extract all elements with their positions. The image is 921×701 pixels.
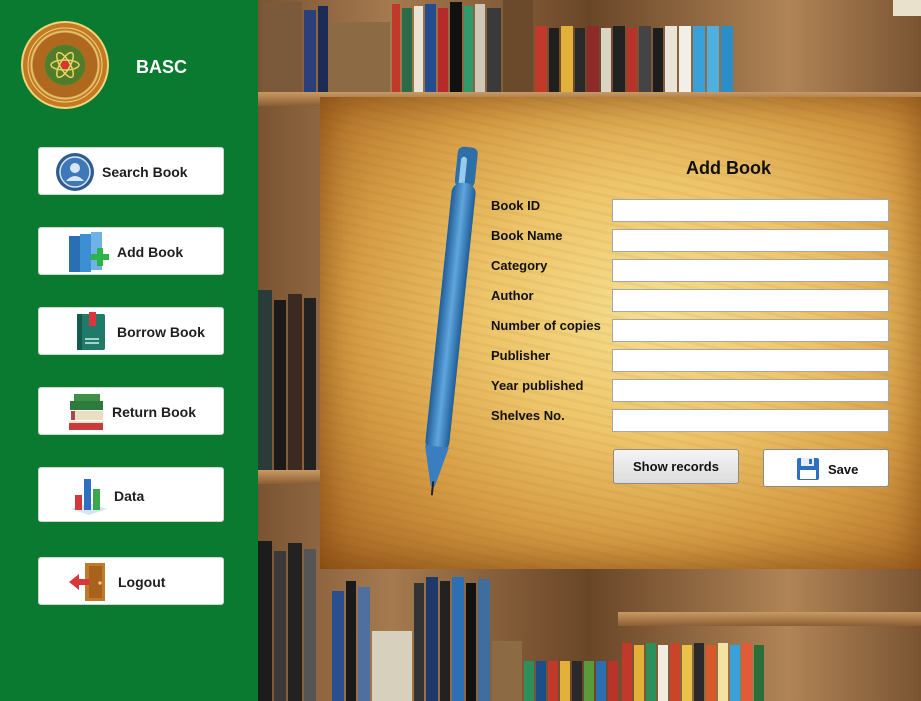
number-of-copies-input[interactable]	[612, 319, 889, 342]
category-input[interactable]	[612, 259, 889, 282]
exit-door-icon	[67, 561, 115, 606]
bar-chart-icon	[67, 473, 111, 520]
publisher-input[interactable]	[612, 349, 889, 372]
corner-sticker	[893, 0, 921, 16]
book-bookmark-icon	[75, 312, 107, 355]
book-id-input[interactable]	[612, 199, 889, 222]
save-label: Save	[828, 462, 859, 477]
author-label: Author	[491, 288, 534, 303]
return-book-button[interactable]: Return Book	[38, 387, 224, 435]
logout-button[interactable]: Logout	[38, 557, 224, 605]
category-label: Category	[491, 258, 548, 273]
shelves-no-input[interactable]	[612, 409, 889, 432]
shelves-no-label: Shelves No.	[491, 408, 565, 423]
book-id-label: Book ID	[491, 198, 541, 213]
book-name-label: Book Name	[491, 228, 563, 243]
add-book-label: Add Book	[117, 244, 184, 260]
book-row	[618, 640, 921, 701]
author-input[interactable]	[612, 289, 889, 312]
book-row	[258, 290, 320, 470]
save-button[interactable]: Save	[763, 449, 889, 487]
add-book-button[interactable]: Add Book	[38, 227, 224, 275]
floppy-disk-icon	[796, 457, 820, 484]
app-name: BASC	[136, 57, 188, 77]
show-records-button[interactable]: Show records	[613, 449, 739, 484]
book-name-input[interactable]	[612, 229, 889, 252]
year-published-input[interactable]	[612, 379, 889, 402]
return-book-label: Return Book	[112, 404, 196, 420]
book-row	[258, 540, 320, 701]
borrow-book-label: Borrow Book	[117, 324, 205, 340]
publisher-label: Publisher	[491, 348, 551, 363]
form-title: Add Book	[686, 158, 771, 178]
logout-label: Logout	[118, 574, 166, 590]
college-seal-logo	[21, 21, 109, 109]
book-stack-icon	[67, 391, 105, 436]
data-label: Data	[114, 488, 145, 504]
books-add-icon	[67, 230, 115, 279]
search-book-button[interactable]: Search Book	[38, 147, 224, 195]
book-row	[258, 0, 921, 92]
sidebar: BASC Search Book Add Book Borrow Book Re…	[0, 0, 258, 701]
number-of-copies-label: Number of copies	[491, 318, 601, 333]
shelf-plank	[258, 470, 320, 484]
shelf-plank	[618, 612, 921, 626]
user-circle-icon	[55, 152, 95, 195]
data-button[interactable]: Data	[38, 467, 224, 522]
search-book-label: Search Book	[102, 164, 188, 180]
pen-icon	[412, 142, 484, 507]
borrow-book-button[interactable]: Borrow Book	[38, 307, 224, 355]
year-published-label: Year published	[491, 378, 584, 393]
